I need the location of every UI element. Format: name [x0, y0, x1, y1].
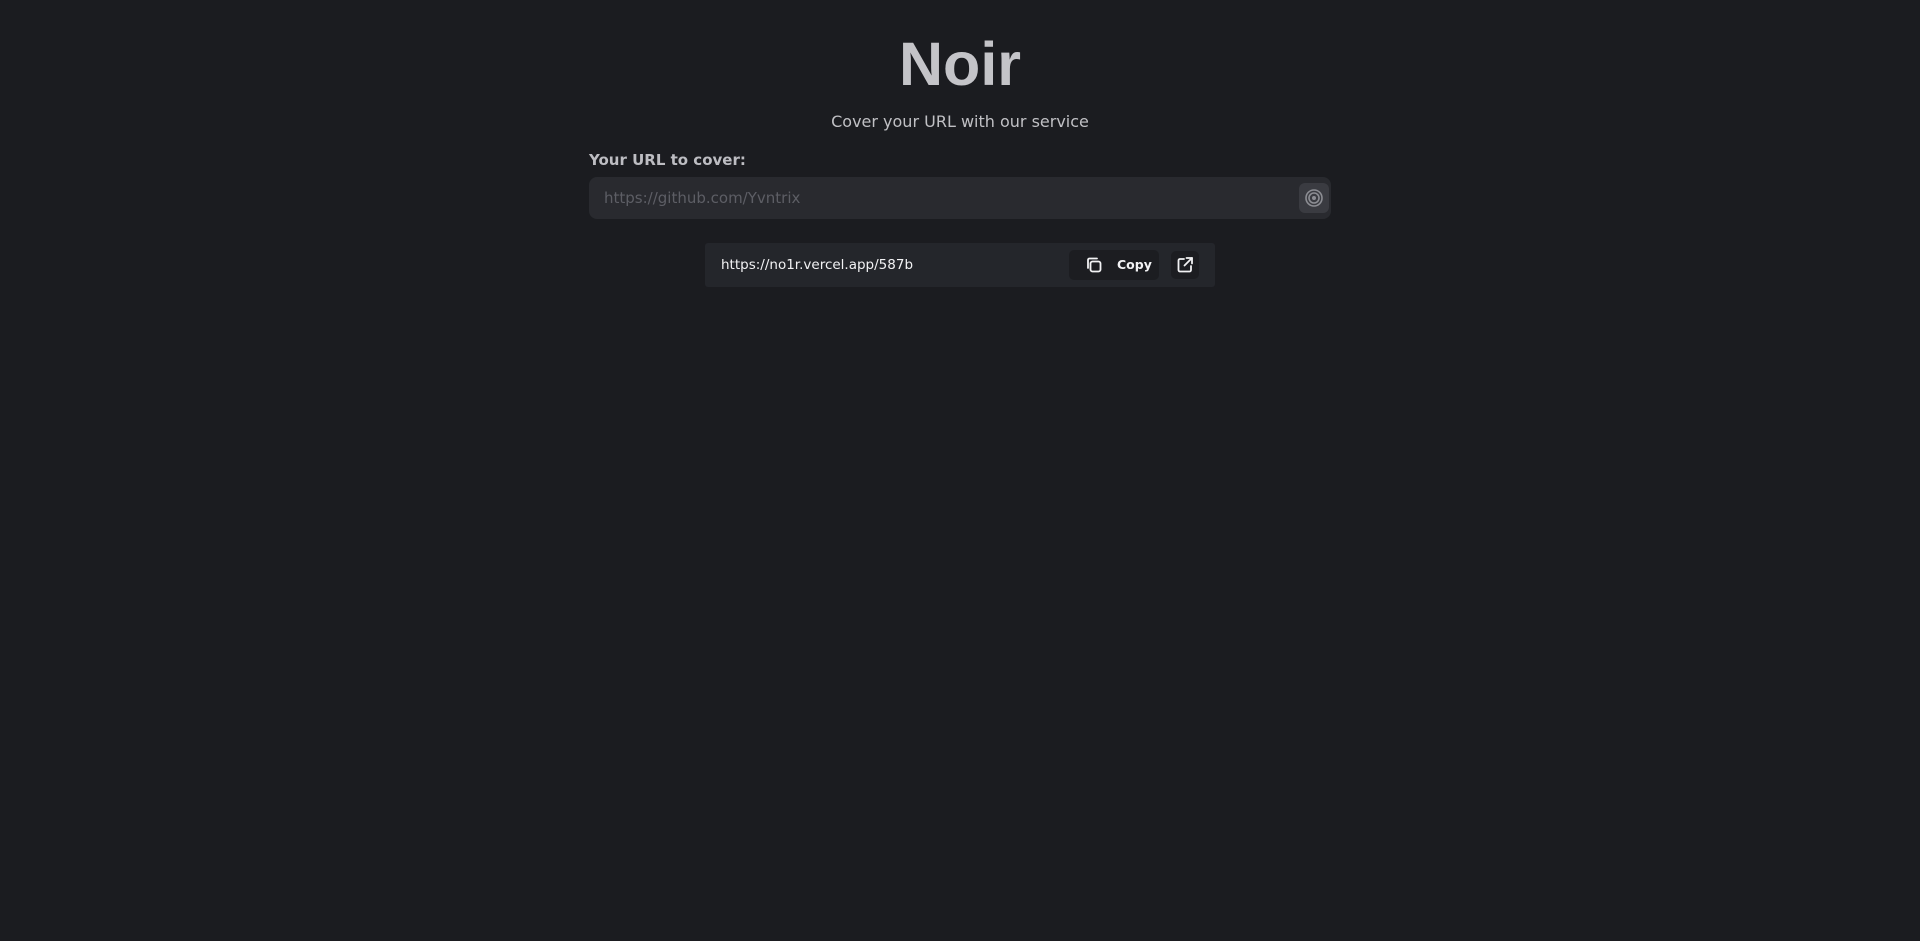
target-icon: [1305, 189, 1323, 207]
short-url-text: https://no1r.vercel.app/587b: [721, 257, 914, 273]
short-url-card: https://no1r.vercel.app/587b Copy: [705, 243, 1215, 287]
copy-icon: [1087, 257, 1102, 273]
url-input-container: [589, 177, 1331, 219]
app-tagline: Cover your URL with our service: [831, 112, 1089, 131]
open-link-button[interactable]: [1171, 251, 1199, 279]
url-field-label: Your URL to cover:: [589, 151, 746, 169]
page: Noir Cover your URL with our service You…: [0, 0, 1920, 941]
cover-url-button[interactable]: [1299, 183, 1329, 213]
external-link-icon: [1177, 257, 1193, 273]
url-input[interactable]: [589, 177, 1279, 219]
app-title: Noir: [899, 30, 1021, 98]
copy-button-label: Copy: [1117, 257, 1152, 272]
copy-button[interactable]: Copy: [1069, 250, 1159, 280]
